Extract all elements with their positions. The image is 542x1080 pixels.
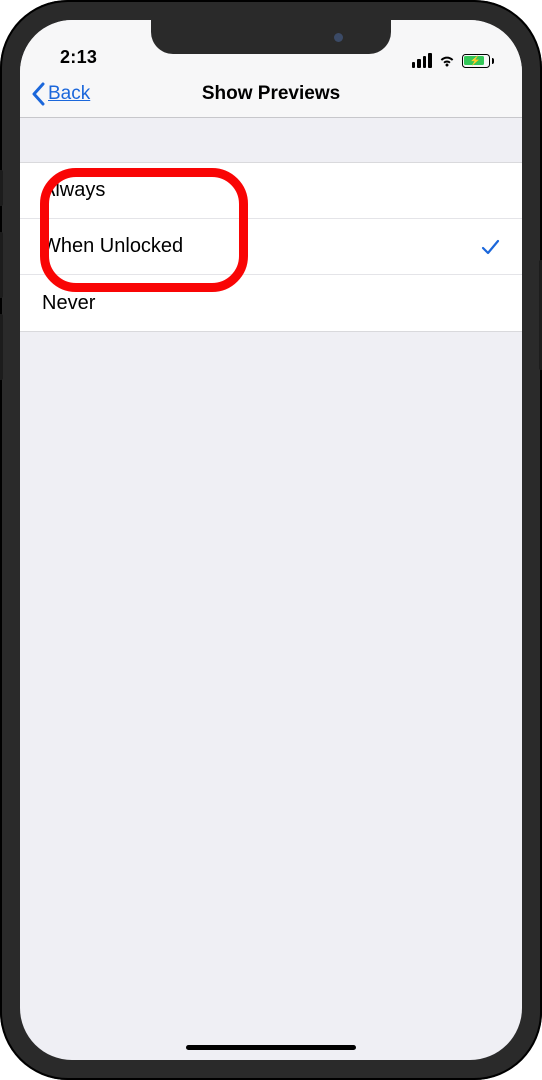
back-label: Back xyxy=(48,83,90,105)
notch xyxy=(151,20,391,54)
volume-up-button xyxy=(0,232,3,298)
option-label: Always xyxy=(42,179,105,202)
battery-icon: ⚡ xyxy=(462,54,495,68)
mute-switch xyxy=(0,170,3,206)
checkmark-icon xyxy=(480,237,500,257)
option-label: When Unlocked xyxy=(42,235,183,258)
home-indicator[interactable] xyxy=(186,1045,356,1050)
status-indicators: ⚡ xyxy=(412,53,495,68)
navigation-bar: Back Show Previews xyxy=(20,70,522,118)
cellular-signal-icon xyxy=(412,53,432,68)
option-label: Never xyxy=(42,292,95,315)
back-button[interactable]: Back xyxy=(30,70,90,117)
content-area: Always When Unlocked Never xyxy=(20,118,522,332)
page-title: Show Previews xyxy=(202,83,340,105)
option-always[interactable]: Always xyxy=(20,163,522,219)
option-when-unlocked[interactable]: When Unlocked xyxy=(20,219,522,275)
status-time: 2:13 xyxy=(60,47,97,68)
wifi-icon xyxy=(438,54,456,68)
chevron-left-icon xyxy=(30,80,46,108)
options-list: Always When Unlocked Never xyxy=(20,162,522,332)
charging-bolt-icon: ⚡ xyxy=(470,56,481,65)
screen: 2:13 ⚡ xyxy=(20,20,522,1060)
front-camera xyxy=(334,33,343,42)
device-frame: 2:13 ⚡ xyxy=(0,0,542,1080)
option-never[interactable]: Never xyxy=(20,275,522,331)
section-spacer xyxy=(20,118,522,162)
volume-down-button xyxy=(0,314,3,380)
